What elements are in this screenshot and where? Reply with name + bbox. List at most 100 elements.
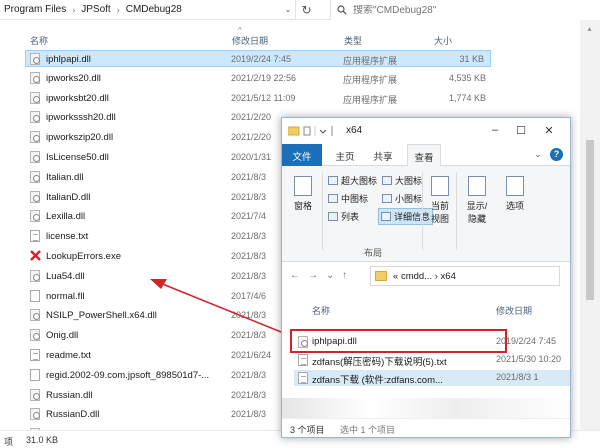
status-bar: 3 个项目 选中 1 个项目	[282, 418, 570, 437]
file-list: 名称 修改日期 iphlpapi.dll 2019/2/24 7:45 zdfa…	[282, 290, 570, 420]
dll-file-icon	[30, 329, 40, 342]
file-name: RussianD.dll	[46, 409, 100, 421]
blurred-region	[282, 398, 570, 420]
file-name: ipworkszip20.dll	[46, 132, 114, 144]
navigation-pane-button[interactable]: 窗格	[288, 176, 318, 212]
tab-home[interactable]: 主页	[330, 144, 360, 166]
file-name: readme.txt	[46, 350, 91, 361]
file-name: regid.2002-09.com.jpsoft_898501d7-...	[46, 369, 210, 381]
file-date: 2021/8/3	[231, 330, 267, 341]
title-bar[interactable]: x64 – ☐ ✕	[282, 118, 570, 144]
divider	[456, 172, 457, 250]
address-path: « cmdd... › x64	[393, 271, 456, 282]
address-box[interactable]: « cmdd... › x64	[370, 266, 560, 286]
breadcrumb: Program Files › JPSoft › CMDebug28 ⌄	[0, 0, 295, 20]
minimize-icon[interactable]: –	[488, 123, 502, 137]
layout-list[interactable]: 列表	[328, 210, 359, 223]
layout-large-icons[interactable]: 大图标	[382, 174, 422, 187]
dll-file-icon	[30, 170, 40, 183]
column-date[interactable]: 修改日期	[496, 304, 532, 317]
file-name: iphlpapi.dll	[46, 54, 91, 65]
breadcrumb-item[interactable]: Program Files	[4, 4, 66, 15]
window-title: x64	[346, 125, 363, 136]
path-part[interactable]: cmdd...	[401, 271, 432, 282]
layout-medium-icons[interactable]: 中图标	[328, 192, 368, 205]
status-selection: 选中 1 个项目	[340, 425, 396, 435]
file-name: NSILP_PowerShell.x64.dll	[46, 310, 157, 322]
layout-label: 详细信息	[394, 212, 431, 222]
file-date: 2021/8/3	[231, 171, 267, 182]
file-icon	[30, 368, 40, 381]
refresh-icon[interactable]: ↻	[295, 0, 317, 20]
column-name[interactable]: 名称	[312, 304, 330, 317]
file-date: 2021/2/19 22:56	[231, 72, 297, 83]
dll-file-icon	[30, 388, 40, 401]
file-date: 2021/2/20	[231, 132, 272, 143]
options-button[interactable]: 选项	[500, 176, 530, 212]
file-row[interactable]: ipworks20.dll 2021/2/19 22:56 应用程序扩展 4,535 …	[26, 70, 492, 87]
file-row[interactable]: iphlpapi.dll 2019/2/24 7:45 应用程序扩展 31 KB	[25, 50, 491, 67]
text-file-icon	[30, 349, 40, 361]
tab-file[interactable]: 文件	[282, 144, 322, 166]
layout-details[interactable]: 详细信息	[378, 208, 434, 225]
error-x-icon	[30, 250, 41, 262]
file-name: zdfans下载 (软件:zdfans.com...	[312, 375, 443, 386]
close-icon[interactable]: ✕	[542, 123, 556, 137]
path-separator: ›	[434, 271, 438, 282]
layout-label: 列表	[341, 212, 360, 222]
scroll-up-icon[interactable]: ▲	[586, 26, 593, 33]
chevron-down-icon[interactable]: ⌄	[281, 5, 295, 14]
file-row[interactable]: ipworksbt20.dll 2021/5/12 11:09 应用程序扩展 1,77…	[26, 90, 492, 107]
back-icon[interactable]: ←	[290, 270, 300, 281]
help-icon[interactable]: ?	[550, 148, 563, 161]
file-name: ipworks20.dll	[46, 72, 101, 84]
column-type[interactable]: 类型	[344, 34, 362, 47]
column-name[interactable]: 名称	[30, 34, 48, 47]
tab-view[interactable]: 查看	[407, 144, 441, 167]
list-item[interactable]: zdfans下载 (软件:zdfans.com... 2021/8/3 1	[294, 370, 570, 386]
list-item[interactable]: zdfans(解压密码)下载说明(5).txt 2021/5/30 10:20	[294, 352, 570, 368]
dll-file-icon	[30, 131, 40, 144]
layout-label: 小图标	[395, 194, 423, 204]
forward-icon[interactable]: →	[308, 270, 318, 281]
layout-small-icons[interactable]: 小图标	[382, 192, 422, 205]
file-date: 2019/2/24 7:45	[231, 54, 292, 64]
chevron-down-icon[interactable]: ⌄	[534, 149, 542, 160]
path-part[interactable]: x64	[441, 271, 456, 282]
dll-file-icon	[30, 71, 40, 84]
view-icon	[431, 176, 449, 196]
show-hide-button[interactable]: 显示/ 隐藏	[460, 176, 494, 225]
maximize-icon[interactable]: ☐	[514, 123, 528, 137]
explorer-window-x64[interactable]: x64 – ☐ ✕ 文件 主页 共享 查看 ⌄ ? 窗格 超大图标 大图标 中图…	[281, 117, 571, 438]
quick-access-toolbar[interactable]	[287, 125, 338, 139]
breadcrumb-item[interactable]: JPSoft	[81, 4, 110, 15]
vertical-scrollbar[interactable]: ▲	[580, 20, 600, 430]
file-name: Lua54.dll	[46, 270, 85, 282]
recent-chevron-icon[interactable]: ⌄	[326, 270, 334, 281]
nav-pane-label: 窗格	[293, 201, 312, 211]
column-size[interactable]: 大小	[434, 34, 452, 47]
layout-label: 大图标	[395, 176, 423, 186]
search-input[interactable]	[353, 4, 573, 16]
scrollbar-thumb[interactable]	[586, 140, 594, 300]
file-name: zdfans(解压密码)下载说明(5).txt	[312, 357, 447, 368]
up-icon[interactable]: ↑	[342, 270, 347, 281]
breadcrumb-item[interactable]: CMDebug28	[126, 4, 182, 15]
file-type: 应用程序扩展	[343, 94, 398, 105]
dll-file-icon	[30, 210, 40, 223]
ribbon-tabs: 文件 主页 共享 查看 ⌄ ?	[282, 144, 570, 167]
layout-extra-large-icons[interactable]: 超大图标	[328, 174, 377, 187]
search-box[interactable]	[330, 0, 600, 20]
dll-file-icon	[30, 53, 40, 65]
file-date: 2021/8/3	[231, 251, 267, 261]
file-date: 2021/8/3 1	[496, 372, 539, 382]
layout-icon	[328, 176, 338, 185]
file-name: IsLicense50.dll	[46, 152, 109, 163]
current-view-button[interactable]: 当前 视图	[426, 176, 454, 225]
file-date: 2021/8/3	[231, 409, 267, 420]
column-date[interactable]: 修改日期	[232, 34, 268, 47]
file-name: license.txt	[46, 231, 89, 243]
file-date: 2021/8/3	[231, 369, 267, 380]
tab-share[interactable]: 共享	[368, 144, 398, 166]
text-file-icon	[298, 372, 308, 384]
